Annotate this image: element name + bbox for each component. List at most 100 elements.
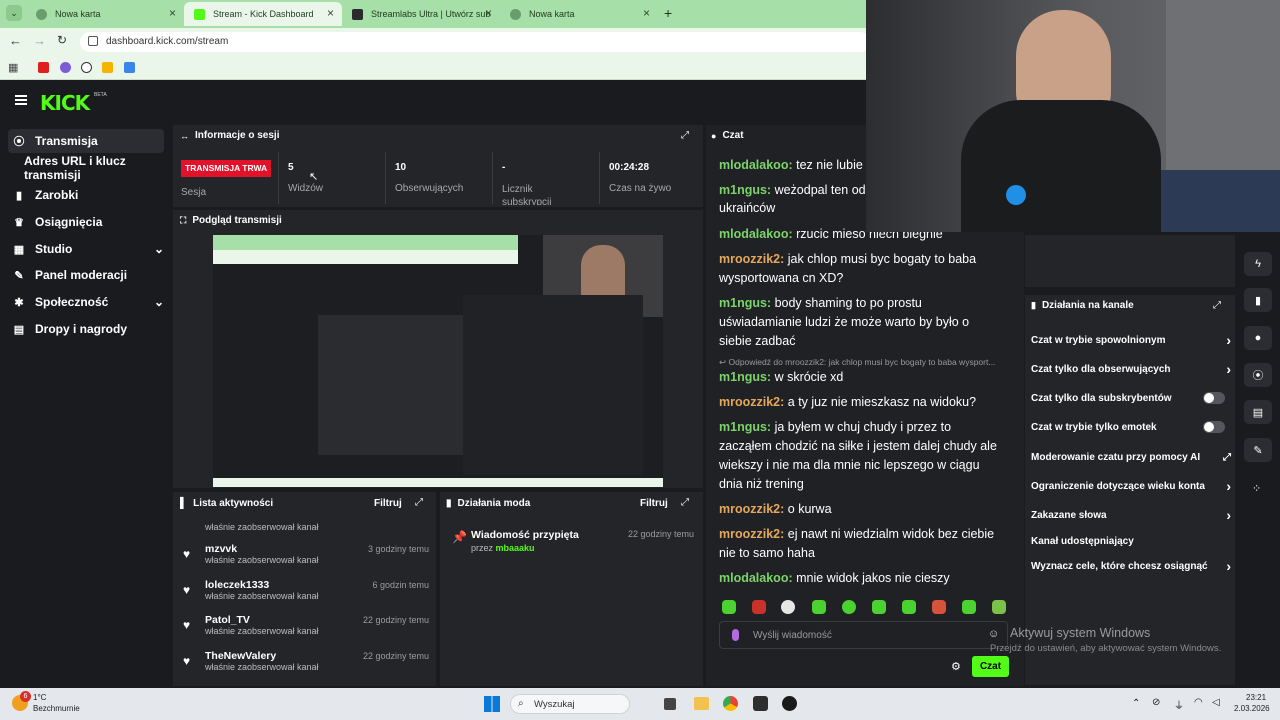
tab-list-button[interactable]: ⌄ <box>6 5 22 21</box>
reload-icon[interactable]: ↻ <box>57 33 67 47</box>
whatsapp-bookmark-icon[interactable] <box>81 62 92 73</box>
emote-icon[interactable] <box>902 600 916 614</box>
chat-username[interactable]: mlodalakoo: <box>719 571 793 585</box>
chat-username[interactable]: mlodalakoo: <box>719 158 793 172</box>
youtube-bookmark-icon[interactable] <box>38 62 49 73</box>
kick-logo[interactable]: KICK <box>40 91 90 115</box>
mod-filter-button[interactable]: Filtruj <box>640 498 668 509</box>
emote-icon[interactable] <box>781 600 795 614</box>
browser-tab-active[interactable]: Stream - Kick Dashboard × <box>184 2 342 26</box>
sidebar-item-dropy[interactable]: ▤ Dropy i nagrody <box>8 317 164 341</box>
windows-start-icon[interactable] <box>484 696 500 712</box>
close-tab-icon[interactable]: × <box>643 6 650 20</box>
close-tab-icon[interactable]: × <box>169 6 176 20</box>
activity-filter-button[interactable]: Filtruj <box>374 498 402 509</box>
chat-username[interactable]: m1ngus: <box>719 370 771 384</box>
emote-icon[interactable] <box>872 600 886 614</box>
close-tab-icon[interactable]: × <box>327 6 334 20</box>
rail-lightning-icon[interactable]: ϟ <box>1244 252 1272 276</box>
chat-username[interactable]: mroozzik2: <box>719 252 784 266</box>
sidebar-item-transmisja[interactable]: ⦿ Transmisja <box>8 129 164 153</box>
sidebar-item-osiagniecia[interactable]: ♛ Osiągnięcia <box>8 210 164 234</box>
chat-username[interactable]: mroozzik2: <box>719 527 784 541</box>
tray-network-icon[interactable]: ⊘ <box>1152 697 1160 708</box>
emote-icon[interactable] <box>932 600 946 614</box>
emote-icon[interactable] <box>992 600 1006 614</box>
chat-text: weżodpal ten ode <box>771 183 873 197</box>
chat-username[interactable]: mroozzik2: <box>719 395 784 409</box>
channel-item-banned-words[interactable]: Zakazane słowa › <box>1031 507 1231 523</box>
hamburger-menu-icon[interactable] <box>15 95 27 105</box>
browser-tab[interactable]: Streamlabs Ultra | Utwórz subsk × <box>342 2 500 26</box>
channel-item-goals[interactable]: Wyznacz cele, które chcesz osiągnąć › <box>1031 558 1231 574</box>
browser-tab[interactable]: Nowa karta × <box>26 2 184 26</box>
tray-chevron-icon[interactable]: ⌃ <box>1132 698 1140 709</box>
sidebar-item-panel-moderacji[interactable]: ✎ Panel moderacji <box>8 263 164 287</box>
sidebar-item-stream-key[interactable]: Adres URL i klucz transmisji <box>19 154 179 182</box>
channel-item-followers-only[interactable]: Czat tylko dla obserwujących › <box>1031 361 1231 377</box>
rail-document-icon[interactable]: ▮ <box>1244 288 1272 312</box>
chat-username[interactable]: m1ngus: <box>719 420 771 434</box>
url-input[interactable]: dashboard.kick.com/stream <box>80 32 870 52</box>
channel-item-slow-mode[interactable]: Czat w trybie spowolnionym › <box>1031 332 1231 348</box>
rail-wrench-icon[interactable]: ✎ <box>1244 438 1272 462</box>
rail-layers-icon[interactable]: ▤ <box>1244 400 1272 424</box>
site-info-icon[interactable] <box>88 36 98 46</box>
emote-icon[interactable] <box>842 600 856 614</box>
app-icon[interactable] <box>753 696 768 711</box>
mic-icon[interactable] <box>732 629 739 641</box>
bookmark-icon[interactable] <box>124 62 135 73</box>
beta-badge: BETA <box>94 92 107 98</box>
channel-item-ai-moderation[interactable]: Moderowanie czatu przy pomocy AI ⤢ <box>1031 452 1231 463</box>
tab-label: Nowa karta <box>55 9 101 19</box>
back-icon[interactable]: ← <box>9 33 22 48</box>
emote-only-toggle[interactable] <box>1203 421 1225 433</box>
chat-username[interactable]: m1ngus: <box>719 296 771 310</box>
task-view-icon[interactable] <box>664 698 676 710</box>
mod-user-link[interactable]: mbaaaku <box>496 543 535 553</box>
close-tab-icon[interactable]: × <box>485 6 492 20</box>
taskbar-search[interactable]: ⌕ Wyszukaj <box>510 694 630 714</box>
drive-bookmark-icon[interactable] <box>102 62 113 73</box>
streamlabs-favicon-icon <box>352 8 363 20</box>
new-tab-button[interactable]: + <box>664 5 672 21</box>
emote-icon[interactable] <box>962 600 976 614</box>
subs-only-toggle[interactable] <box>1203 392 1225 404</box>
subs-label: Licznik subskrypcji <box>502 184 552 205</box>
sidebar-item-spolecznosc[interactable]: ✱ Społeczność ⌄ <box>8 290 164 314</box>
emote-icon[interactable] <box>812 600 826 614</box>
tray-volume-icon[interactable]: ◁ <box>1212 697 1220 708</box>
chat-username[interactable]: m1ngus: <box>719 183 771 197</box>
expand-icon[interactable]: ⤢ <box>681 130 689 141</box>
bookmark-icon[interactable] <box>60 62 71 73</box>
sidebar-item-studio[interactable]: ▦ Studio ⌄ <box>8 237 164 261</box>
chat-username[interactable]: mlodalakoo: <box>719 227 793 241</box>
expand-icon[interactable]: ⤢ <box>415 497 423 508</box>
emote-icon[interactable] <box>722 600 736 614</box>
clock-date[interactable]: 2.03.2026 <box>1234 704 1270 713</box>
browser-tab[interactable]: Nowa karta × <box>500 2 658 26</box>
channel-item-account-age[interactable]: Ograniczenie dotyczące wieku konta › <box>1031 478 1231 494</box>
chrome-icon[interactable] <box>723 696 738 711</box>
chat-username[interactable]: mroozzik2: <box>719 502 784 516</box>
emoji-icon[interactable]: ☺ <box>988 628 999 640</box>
sidebar-item-label: Transmisja <box>35 134 98 148</box>
expand-icon[interactable]: ⤢ <box>1213 300 1221 311</box>
emote-icon[interactable] <box>752 600 766 614</box>
app-icon[interactable] <box>782 696 797 711</box>
forward-icon[interactable]: → <box>33 33 46 48</box>
expand-icon[interactable]: ⤢ <box>681 497 689 508</box>
rail-broadcast-icon[interactable]: ⦿ <box>1244 363 1272 387</box>
tray-mic-icon[interactable]: ⏚ <box>1174 697 1184 712</box>
apps-grid-icon[interactable]: ▦ <box>8 61 18 74</box>
channel-item-hosting[interactable]: Kanał udostępniający <box>1031 536 1231 547</box>
sidebar-item-zarobki[interactable]: ▮ Zarobki <box>8 183 164 207</box>
chat-settings-icon[interactable]: ⚙ <box>951 660 961 673</box>
rail-chat-icon[interactable]: ● <box>1244 326 1272 350</box>
tray-wifi-icon[interactable]: ◠ <box>1194 697 1203 708</box>
chat-send-button[interactable]: Czat <box>972 656 1009 677</box>
file-explorer-icon[interactable] <box>694 697 709 710</box>
chat-input[interactable]: Wyślij wiadomość ☺ <box>719 621 1008 649</box>
rail-more-icon[interactable]: ⁘ <box>1252 482 1261 495</box>
clock-time[interactable]: 23:21 <box>1246 693 1266 702</box>
